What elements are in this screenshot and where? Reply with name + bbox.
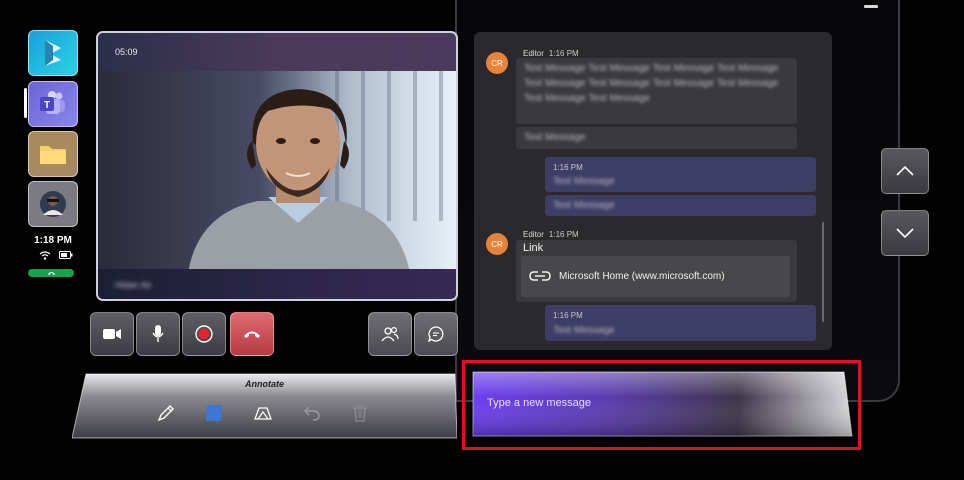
video-footer (98, 269, 456, 299)
my-message-bubble[interactable]: 1:16 PM Test Message (545, 157, 816, 192)
end-call-button[interactable] (230, 312, 274, 356)
color-swatch-icon (206, 405, 222, 421)
message-meta: Editor 1:16 PM (523, 49, 579, 58)
pen-tool-button[interactable] (155, 402, 177, 424)
phone-icon (47, 272, 55, 275)
undo-icon (304, 406, 320, 421)
pen-icon (157, 405, 174, 422)
scroll-down-button[interactable] (881, 210, 929, 256)
annotate-title: Annotate (245, 379, 284, 389)
record-button[interactable] (182, 312, 226, 356)
status-icons (36, 249, 76, 261)
compose-placeholder: Type a new message (487, 397, 591, 409)
camera-button[interactable] (90, 312, 134, 356)
message-text: Test Message (524, 132, 586, 143)
video-feed[interactable]: 05:09 Hidan As (96, 31, 458, 301)
sender-name: Editor (523, 230, 544, 239)
link-preview-title: Microsoft Home (www.microsoft.com) (559, 271, 725, 282)
chat-toggle-button[interactable] (414, 312, 458, 356)
contact-app-button[interactable] (28, 181, 78, 227)
message-bubble[interactable]: Test Message (516, 127, 797, 149)
files-app-button[interactable] (28, 131, 78, 177)
my-message-bubble[interactable]: 1:16 PM Test Message (545, 305, 816, 341)
people-button[interactable] (368, 312, 412, 356)
people-icon (381, 326, 399, 342)
my-message-bubble[interactable]: Test Message (545, 195, 816, 216)
sender-name: Editor (523, 49, 544, 58)
battery-icon (59, 251, 73, 259)
minimize-icon[interactable] (864, 5, 878, 8)
annotate-toolbar: Annotate (72, 372, 457, 440)
message-text: Test Message (553, 325, 615, 336)
dynamics-app-button[interactable] (28, 30, 78, 76)
wifi-icon (39, 250, 51, 260)
shapes-tool-button[interactable] (252, 402, 274, 424)
message-bubble[interactable]: Test Message Test Message Test Message T… (516, 58, 797, 124)
chevron-down-icon (896, 228, 914, 238)
active-app-indicator (24, 88, 27, 118)
hang-up-icon (244, 331, 260, 338)
record-icon (195, 325, 213, 343)
active-call-indicator[interactable] (28, 269, 74, 277)
message-compose-box[interactable]: Type a new message (470, 370, 854, 438)
app-bar: T 1:18 PM (24, 30, 78, 280)
delete-icon (353, 405, 367, 422)
teams-app-button[interactable]: T (28, 81, 78, 127)
message-time: 1:16 PM (553, 163, 583, 172)
chat-scrollbar[interactable] (822, 222, 824, 322)
message-text: Test Message Test Message Test Message T… (524, 63, 779, 104)
message-time: 1:16 PM (548, 230, 579, 239)
dynamics-icon (45, 40, 61, 66)
camera-icon (103, 329, 121, 339)
link-icon (529, 271, 551, 281)
shapes-icon (254, 407, 272, 420)
participant-video-image (188, 89, 410, 273)
video-header (98, 33, 456, 71)
mixed-reality-teams-call: T 1:18 PM 05:09 Hidan As Annotate CR Edi… (0, 0, 964, 480)
message-text: Link (523, 242, 544, 254)
message-text: Test Message (553, 200, 615, 211)
folder-icon (40, 146, 66, 164)
message-time: 1:16 PM (553, 311, 583, 320)
chat-icon (428, 326, 444, 342)
contact-avatar-icon (40, 191, 66, 217)
call-timer: 05:09 (115, 47, 138, 57)
message-meta: Editor 1:16 PM (523, 230, 579, 239)
status-time: 1:18 PM (34, 235, 72, 246)
scroll-up-button[interactable] (881, 148, 929, 194)
link-preview-card[interactable]: Microsoft Home (www.microsoft.com) (521, 256, 790, 297)
chevron-up-icon (896, 166, 914, 176)
color-swatch-button[interactable] (203, 402, 225, 424)
sender-avatar: CR (486, 52, 508, 74)
microphone-icon (152, 325, 164, 342)
microphone-button[interactable] (136, 312, 180, 356)
message-text: Test Message (553, 176, 615, 187)
undo-button[interactable] (301, 402, 323, 424)
message-time: 1:16 PM (548, 49, 579, 58)
svg-text:T: T (44, 100, 50, 111)
sender-avatar: CR (486, 233, 508, 255)
teams-icon: T (40, 91, 65, 114)
delete-button[interactable] (349, 402, 371, 424)
participant-name: Hidan As (115, 280, 152, 290)
